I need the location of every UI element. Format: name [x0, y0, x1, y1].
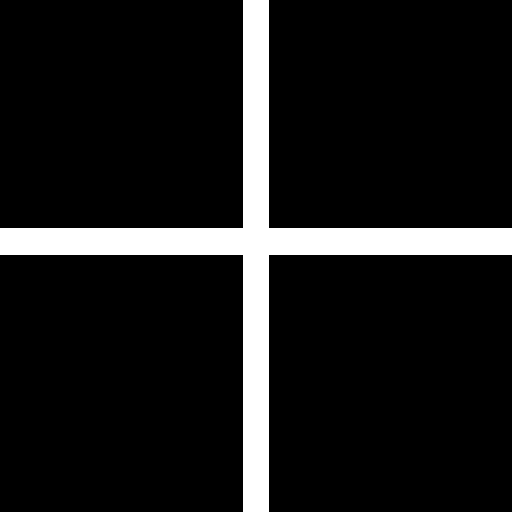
four-square-grid-icon — [0, 0, 512, 512]
grid-tile-top-right — [269, 0, 512, 228]
grid-tile-bottom-right — [269, 255, 512, 512]
grid-tile-bottom-left — [0, 255, 243, 512]
grid-tile-top-left — [0, 0, 243, 228]
